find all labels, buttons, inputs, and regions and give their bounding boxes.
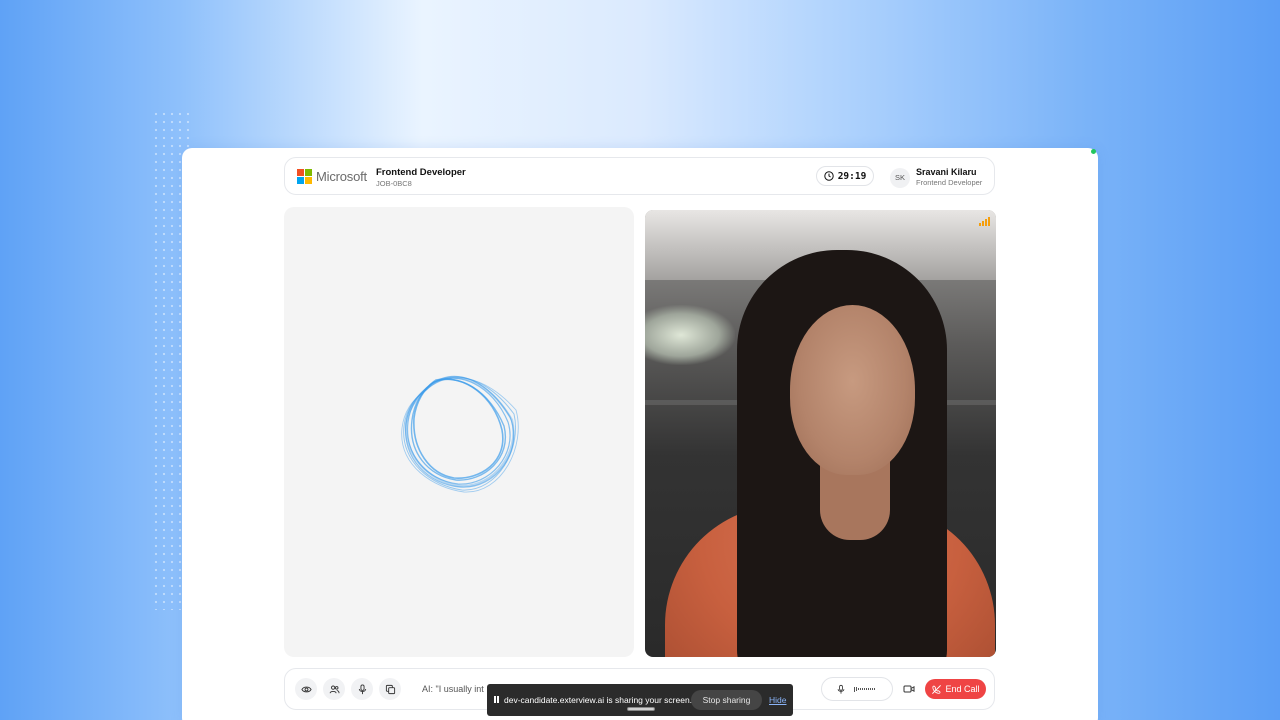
stop-sharing-button[interactable]: Stop sharing xyxy=(691,690,762,710)
interview-timer: 29:19 xyxy=(816,166,874,186)
hide-link[interactable]: Hide xyxy=(769,695,786,705)
job-info: Frontend Developer JOB-0BC8 xyxy=(376,167,466,189)
people-icon xyxy=(329,685,340,693)
ai-orb-icon xyxy=(401,375,519,493)
participants-button[interactable] xyxy=(323,678,345,700)
signal-strength-icon xyxy=(979,217,990,226)
pause-icon xyxy=(494,696,499,703)
company-name: Microsoft xyxy=(316,169,367,184)
end-call-button[interactable]: End Call xyxy=(925,679,986,699)
clock-icon xyxy=(823,171,834,181)
copy-button[interactable] xyxy=(379,678,401,700)
interview-header: Microsoft Frontend Developer JOB-0BC8 29… xyxy=(284,157,995,195)
screen-share-message: dev-candidate.exterview.ai is sharing yo… xyxy=(504,695,693,705)
timer-value: 29:19 xyxy=(837,170,867,182)
drag-handle[interactable] xyxy=(627,707,655,711)
copy-icon xyxy=(385,684,395,694)
avatar: SK xyxy=(890,167,910,188)
end-call-icon xyxy=(932,684,942,694)
user-profile[interactable]: SK Sravani Kilaru Frontend Developer xyxy=(890,167,982,188)
user-name: Sravani Kilaru xyxy=(916,167,977,177)
mic-level-control[interactable] xyxy=(821,677,893,701)
company-logo: Microsoft xyxy=(297,169,367,184)
microphone-icon xyxy=(358,683,366,694)
user-role: Frontend Developer xyxy=(916,178,983,187)
candidate-face xyxy=(790,305,915,475)
mic-level-meter xyxy=(854,686,875,692)
microsoft-logo-icon xyxy=(297,169,312,184)
video-background-flags xyxy=(645,305,735,365)
eye-icon xyxy=(300,686,312,692)
microphone-icon xyxy=(837,684,845,694)
job-id: JOB-0BC8 xyxy=(376,179,412,188)
microphone-button[interactable] xyxy=(351,678,373,700)
candidate-video xyxy=(645,210,996,657)
visibility-button[interactable] xyxy=(295,678,317,700)
ai-caption-text: AI: "I usually int xyxy=(422,684,484,694)
status-dot xyxy=(1091,149,1096,154)
camera-icon xyxy=(903,685,915,693)
camera-button[interactable] xyxy=(898,678,920,700)
end-call-label: End Call xyxy=(945,684,980,694)
user-info: Sravani Kilaru Frontend Developer xyxy=(916,167,982,188)
job-title: Frontend Developer xyxy=(376,167,466,178)
screen-share-notification: dev-candidate.exterview.ai is sharing yo… xyxy=(487,684,793,716)
